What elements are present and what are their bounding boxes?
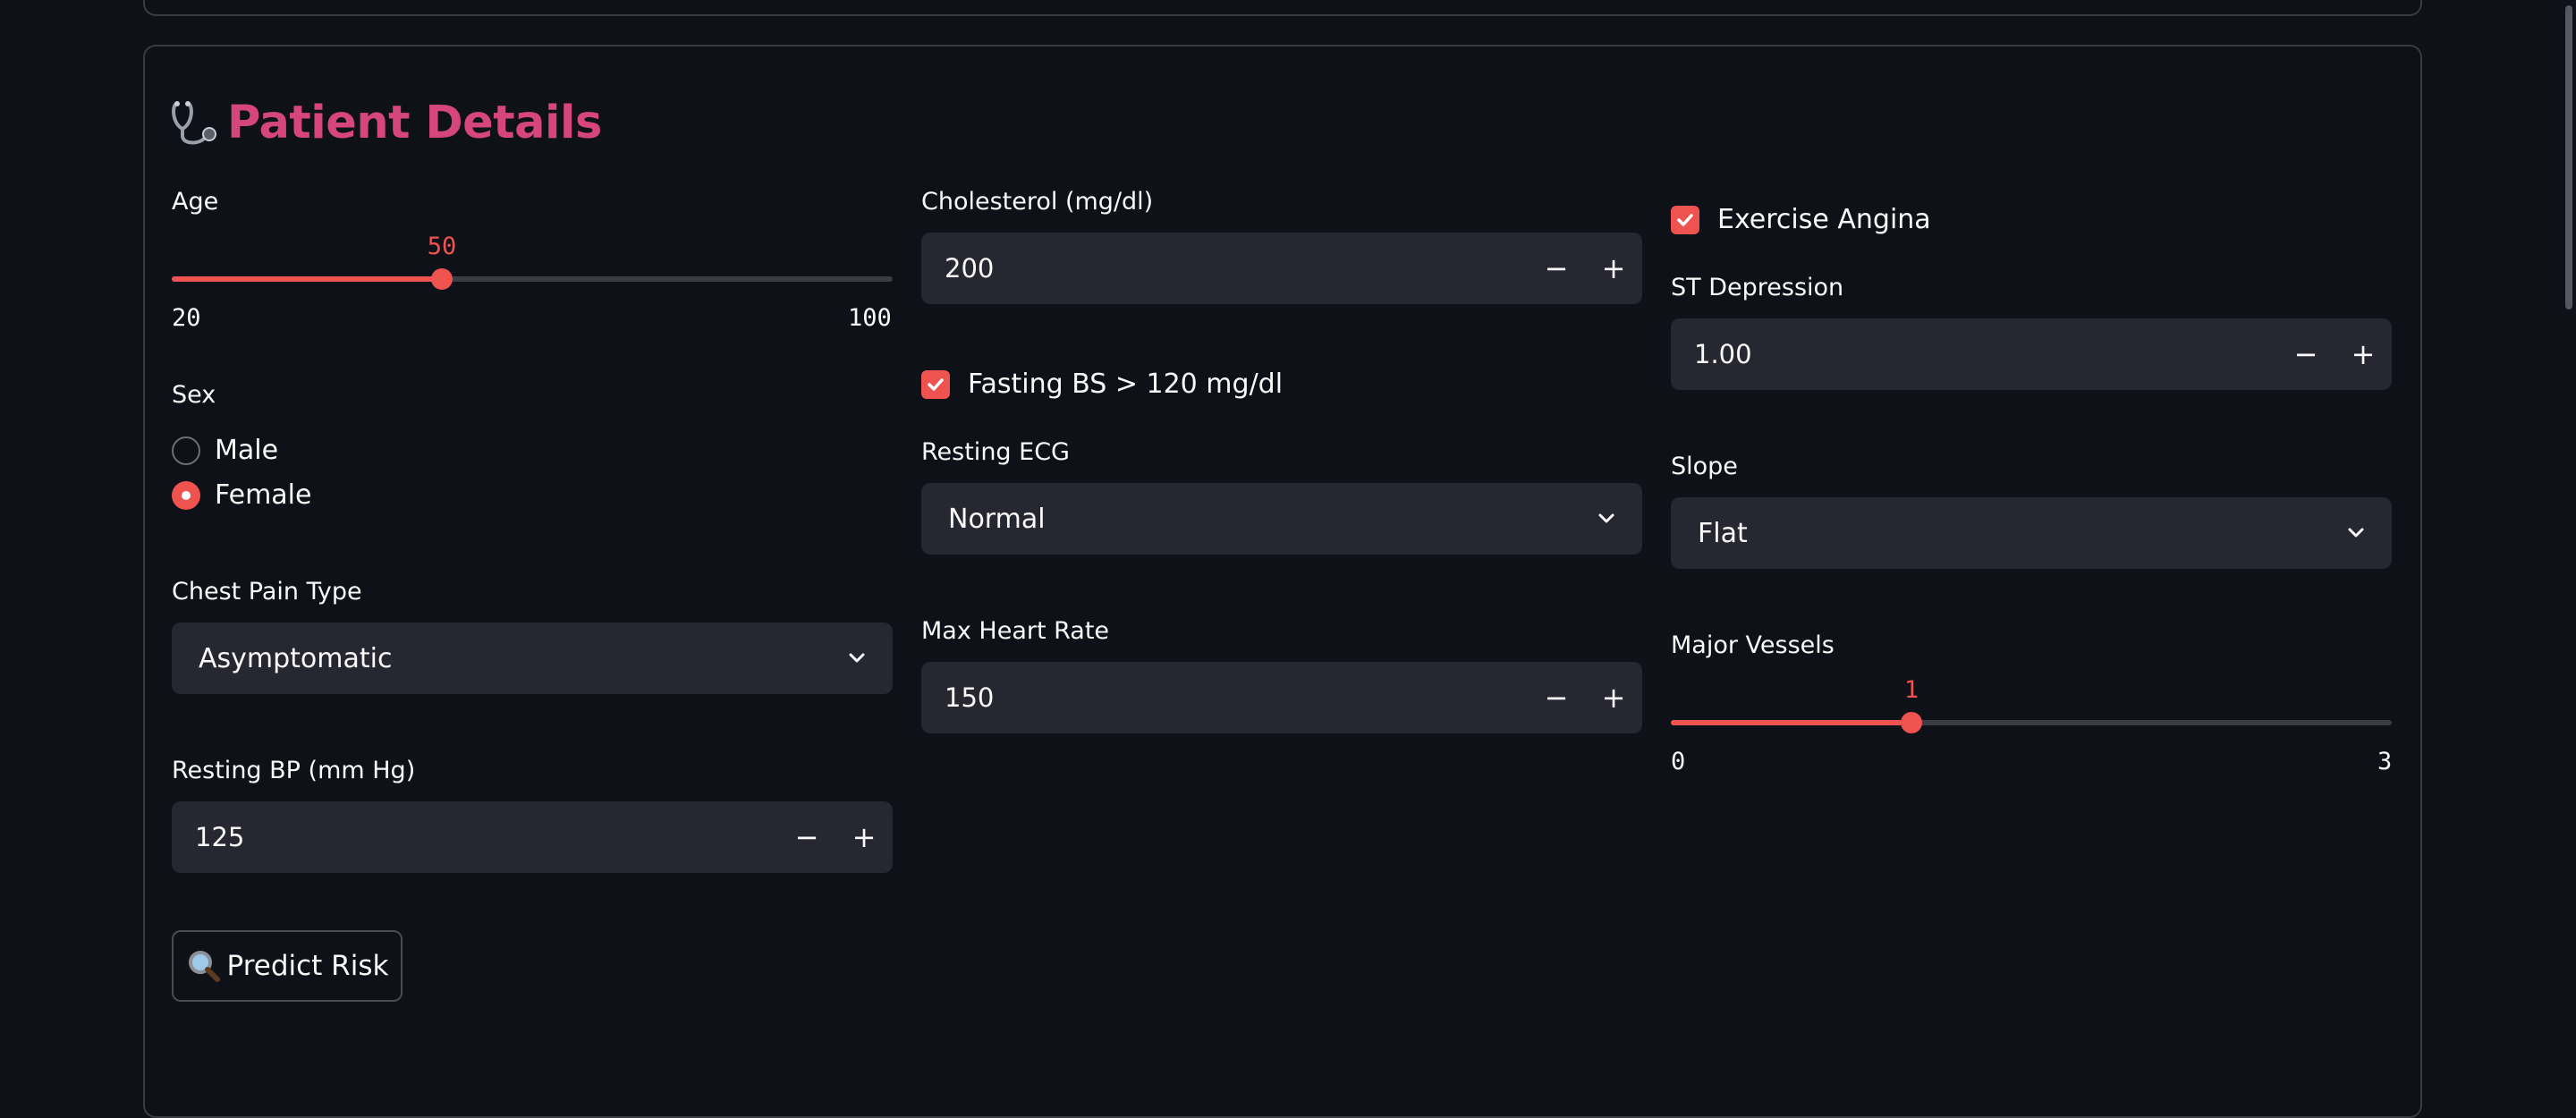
age-label: Age [172, 188, 219, 216]
radio-male[interactable]: Male [172, 435, 278, 466]
slope-label: Slope [1671, 453, 1738, 480]
major-vessels-slider-min: 0 [1671, 748, 1686, 775]
major-vessels-slider[interactable] [1671, 705, 2392, 741]
max-heart-rate-input[interactable]: 150 − + [921, 662, 1642, 733]
resting-ecg-label: Resting ECG [921, 438, 1070, 466]
fasting-bs-label: Fasting BS > 120 mg/dl [968, 368, 1284, 400]
exercise-angina-checkbox-row[interactable]: Exercise Angina [1671, 204, 1931, 235]
slider-thumb[interactable] [1901, 712, 1922, 733]
radio-label: Male [215, 435, 279, 466]
fasting-bs-checkbox[interactable] [921, 369, 950, 399]
decrement-button[interactable]: − [1528, 233, 1585, 304]
decrement-button[interactable]: − [1528, 662, 1585, 733]
resting-ecg-select[interactable]: Normal [921, 483, 1642, 555]
age-slider[interactable] [172, 261, 893, 297]
st-depression-value[interactable]: 1.00 [1671, 339, 2277, 369]
checkmark-icon [928, 377, 944, 391]
major-vessels-label: Major Vessels [1671, 631, 1835, 659]
age-slider-max: 100 [848, 304, 892, 332]
magnifier-icon [188, 951, 220, 982]
previous-section-card [143, 0, 2422, 16]
exercise-angina-label: Exercise Angina [1717, 204, 1931, 235]
scrollbar-thumb[interactable] [2565, 5, 2572, 309]
patient-details-card [143, 45, 2422, 1118]
resting-bp-input[interactable]: 125 − + [172, 801, 893, 873]
st-depression-input[interactable]: 1.00 − + [1671, 318, 2392, 390]
radio-button[interactable] [172, 436, 200, 465]
chest-pain-selected-value: Asymptomatic [199, 642, 393, 674]
major-vessels-slider-max: 3 [2377, 748, 2393, 775]
chevron-down-icon [2348, 528, 2364, 538]
st-depression-label: ST Depression [1671, 274, 1844, 301]
resting-bp-value[interactable]: 125 [172, 822, 778, 852]
slider-fill [1671, 720, 1911, 725]
resting-ecg-selected-value: Normal [948, 503, 1046, 535]
chevron-down-icon [1598, 513, 1614, 523]
decrement-button[interactable]: − [778, 801, 835, 873]
slider-thumb[interactable] [431, 268, 453, 290]
resting-bp-label: Resting BP (mm Hg) [172, 757, 416, 784]
age-slider-min: 20 [172, 304, 201, 332]
exercise-angina-checkbox[interactable] [1671, 205, 1699, 234]
radio-female[interactable]: Female [172, 479, 311, 511]
slope-select[interactable]: Flat [1671, 497, 2392, 569]
cholesterol-label: Cholesterol (mg/dl) [921, 188, 1154, 216]
section-title: Patient Details [170, 91, 602, 154]
slider-fill [172, 276, 442, 282]
chevron-down-icon [849, 653, 865, 663]
sex-label: Sex [172, 381, 216, 409]
max-heart-rate-value[interactable]: 150 [921, 682, 1528, 713]
decrement-button[interactable]: − [2277, 318, 2334, 390]
major-vessels-slider-value: 1 [1903, 676, 1919, 704]
page-scrollbar[interactable] [2560, 0, 2576, 1054]
increment-button[interactable]: + [835, 801, 893, 873]
chest-pain-select[interactable]: Asymptomatic [172, 623, 893, 694]
cholesterol-input[interactable]: 200 − + [921, 233, 1642, 304]
checkmark-icon [1677, 213, 1693, 226]
predict-risk-label: Predict Risk [226, 950, 389, 982]
page-title: Patient Details [227, 96, 602, 149]
increment-button[interactable]: + [2334, 318, 2392, 390]
increment-button[interactable]: + [1585, 662, 1642, 733]
increment-button[interactable]: + [1585, 233, 1642, 304]
radio-button-selected[interactable] [172, 480, 200, 510]
max-heart-rate-label: Max Heart Rate [921, 617, 1110, 645]
cholesterol-value[interactable]: 200 [921, 253, 1528, 284]
age-slider-value: 50 [427, 233, 457, 260]
radio-label: Female [215, 479, 312, 511]
fasting-bs-checkbox-row[interactable]: Fasting BS > 120 mg/dl [921, 368, 1283, 400]
stethoscope-icon [172, 101, 216, 145]
predict-risk-button[interactable]: Predict Risk [172, 930, 402, 1002]
chest-pain-label: Chest Pain Type [172, 578, 362, 606]
slope-selected-value: Flat [1698, 517, 1748, 549]
